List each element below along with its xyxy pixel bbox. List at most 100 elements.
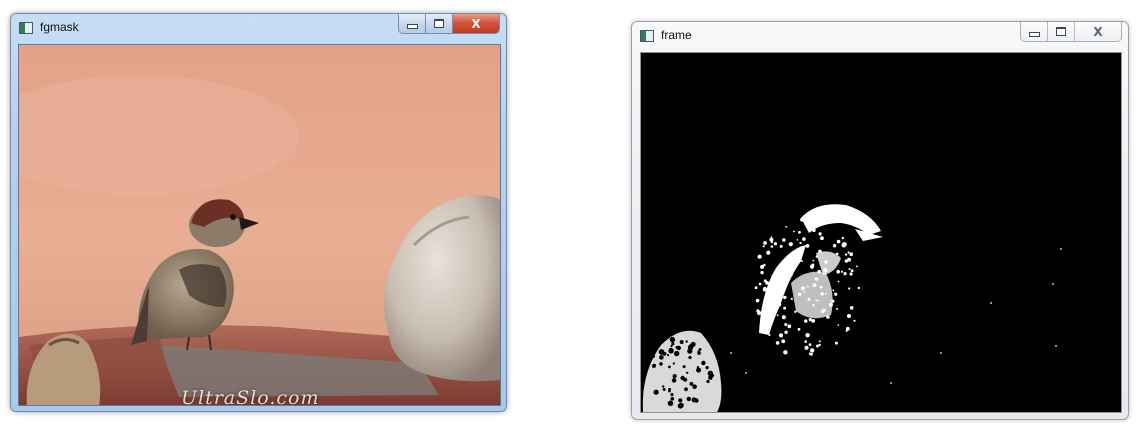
mask-pixel <box>818 343 821 347</box>
mask-pixel <box>811 319 816 323</box>
mask-pixel <box>808 352 811 355</box>
mask-pixel <box>756 309 760 313</box>
mask-pixel <box>757 254 762 259</box>
mask-pixel <box>836 239 841 244</box>
sparrow-photo <box>19 45 500 405</box>
maximize-icon <box>434 19 444 28</box>
mask-pixel <box>783 306 786 310</box>
mask-pixel <box>826 315 830 319</box>
mask-pixel <box>679 340 684 344</box>
fgmask-window[interactable]: fgmask X UltraSlo.com <box>10 13 507 412</box>
mask-pixel <box>683 377 688 382</box>
mask-pixel <box>848 287 851 290</box>
mask-pixel <box>754 286 758 290</box>
mask-pixel <box>706 379 710 384</box>
mask-pixel <box>815 255 819 258</box>
window-app-icon[interactable] <box>640 30 654 42</box>
mask-pixel <box>783 350 788 355</box>
mask-pixel <box>771 274 775 278</box>
mask-pixel <box>806 285 809 288</box>
mask-pixel <box>768 334 771 337</box>
mask-pixel <box>758 282 762 286</box>
mask-pixel <box>769 284 772 287</box>
title-bar[interactable]: frame X <box>632 22 1128 51</box>
mask-pixel <box>804 340 807 343</box>
mask-pixel <box>766 250 771 255</box>
frame-window[interactable]: frame X <box>631 21 1129 420</box>
mask-pixel <box>840 270 844 273</box>
mask-pixel <box>797 327 801 331</box>
minimize-button[interactable] <box>1021 22 1048 41</box>
mask-pixel <box>790 297 793 300</box>
minimize-icon <box>1028 31 1040 37</box>
maximize-icon <box>1056 27 1066 36</box>
mask-pixel <box>762 245 765 248</box>
mask-pixel <box>834 292 838 296</box>
mask-pixel <box>836 269 840 274</box>
maximize-button[interactable] <box>426 14 453 33</box>
mask-pixel <box>823 269 826 272</box>
mask-pixel <box>670 397 675 401</box>
mask-pixel <box>682 365 686 369</box>
mask-pixel <box>849 272 853 276</box>
mask-pixel <box>770 241 773 244</box>
mask-pixel <box>818 232 822 236</box>
mask-pixel <box>778 333 784 338</box>
mask-pixel <box>671 342 675 346</box>
mask-pixel <box>807 297 811 301</box>
minimize-button[interactable] <box>399 14 426 33</box>
mask-pixel <box>669 347 673 351</box>
mask-pixel <box>808 343 812 346</box>
mask-pixel <box>662 385 665 388</box>
mask-pixel <box>794 310 797 313</box>
mask-pixel <box>781 268 786 273</box>
title-bar[interactable]: fgmask X <box>11 14 506 43</box>
mask-pixel <box>803 291 806 293</box>
mask-pixel <box>810 348 815 353</box>
mask-pixel <box>779 244 783 248</box>
mask-pixel <box>837 324 840 326</box>
mask-pixel <box>668 365 671 369</box>
mask-pixel <box>787 324 792 329</box>
mask-pixel <box>784 323 788 326</box>
window-app-icon[interactable] <box>19 22 33 34</box>
mask-pixel <box>797 292 802 296</box>
mask-pixel <box>847 257 851 262</box>
mask-pixel <box>818 249 822 254</box>
close-button[interactable]: X <box>1075 22 1121 41</box>
mask-pixel <box>662 351 667 356</box>
maximize-button[interactable] <box>1048 22 1075 41</box>
mask-pixel <box>847 314 851 318</box>
mask-pixel <box>828 302 833 307</box>
mask-pixel <box>847 251 850 254</box>
mask-pixel <box>653 389 659 395</box>
mask-pixel <box>798 230 801 234</box>
mask-pixel <box>799 241 802 245</box>
mask-pixel <box>831 299 835 303</box>
mask-pixel <box>796 239 799 241</box>
mask-pixel <box>659 362 663 366</box>
mask-pixel <box>685 340 688 343</box>
mask-pixel <box>836 307 838 310</box>
mask-pixel <box>777 302 782 307</box>
mask-pixel <box>832 289 835 292</box>
mask-pixel <box>800 217 804 222</box>
mask-pixel <box>781 339 786 344</box>
mask-pixel <box>837 280 840 283</box>
mask-pixel <box>678 398 683 403</box>
mask-pixel <box>1055 345 1057 347</box>
mask-pixel <box>755 298 760 303</box>
mask-pixel <box>762 287 767 292</box>
mask-pixel <box>818 340 821 343</box>
mask-pixel <box>822 308 826 312</box>
mask-pixel <box>783 295 787 300</box>
close-button[interactable]: X <box>453 14 499 33</box>
mask-pixel <box>832 244 837 248</box>
mask-pixel <box>843 272 847 276</box>
close-icon: X <box>471 16 481 31</box>
mask-pixel <box>697 350 700 353</box>
mask-pixel <box>764 313 768 317</box>
mask-pixel <box>804 345 809 350</box>
mask-pixel <box>708 375 713 380</box>
minimize-icon <box>406 23 418 29</box>
